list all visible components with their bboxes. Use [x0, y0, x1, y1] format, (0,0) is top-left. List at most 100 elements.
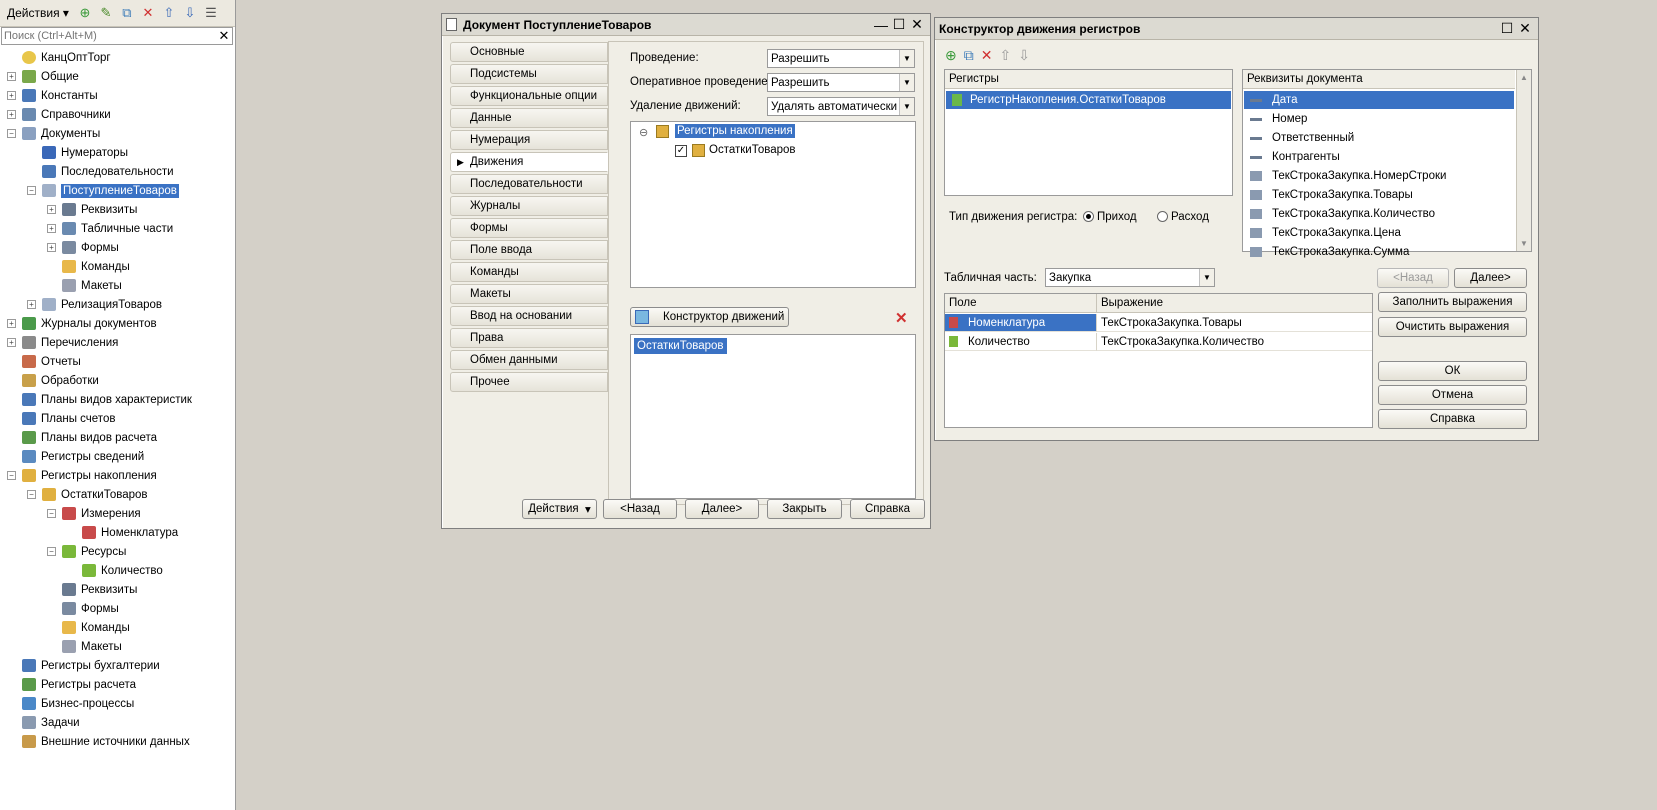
requisite-item[interactable]: ТекСтрокаЗакупка.Сумма [1244, 243, 1514, 261]
ok-button[interactable]: ОК [1378, 361, 1527, 381]
tree-item[interactable]: Обработки [22, 371, 99, 390]
tree-item[interactable]: − Регистры накопления [7, 466, 157, 485]
grid-field-cell[interactable]: Номенклатура [945, 314, 1097, 332]
tree-item[interactable]: Команды [62, 618, 130, 637]
requisite-item[interactable]: ТекСтрокаЗакупка.НомерСтроки [1244, 167, 1514, 185]
tree-item[interactable]: + Формы [47, 238, 119, 257]
requisite-item[interactable]: Дата [1244, 91, 1514, 109]
requisite-item[interactable]: ТекСтрокаЗакупка.Количество [1244, 205, 1514, 223]
tab-2[interactable]: Функциональные опции [450, 86, 608, 106]
help-button[interactable]: Справка [850, 499, 925, 519]
expense-radio-dot[interactable] [1157, 211, 1168, 223]
chevron-down-icon[interactable]: ▼ [899, 98, 914, 115]
grid-field-cell[interactable]: Количество [945, 333, 1097, 351]
edit-icon[interactable]: ✎ [98, 5, 114, 21]
tab-15[interactable]: Прочее [450, 372, 608, 392]
requisite-item[interactable]: ТекСтрокаЗакупка.Товары [1244, 186, 1514, 204]
income-radio[interactable]: Приход [1083, 211, 1137, 223]
delete-icon[interactable]: ✕ [981, 47, 993, 64]
tab-6[interactable]: Последовательности [450, 174, 608, 194]
wizard-back-button[interactable]: <Назад [1377, 268, 1449, 288]
tree-item[interactable]: Отчеты [22, 352, 81, 371]
expense-radio[interactable]: Расход [1157, 211, 1209, 223]
tree-item[interactable]: Команды [62, 257, 130, 276]
requisite-item[interactable]: Ответственный [1244, 129, 1514, 147]
movement-constructor-button[interactable]: Конструктор движений [630, 307, 789, 327]
move-down-icon[interactable]: ⇩ [1018, 47, 1030, 64]
tree-item[interactable]: Формы [62, 599, 119, 618]
tab-1[interactable]: Подсистемы [450, 64, 608, 84]
maximize-icon[interactable]: ☐ [1498, 20, 1516, 37]
actions-menu[interactable]: Действия ▾ [4, 5, 72, 21]
expand-icon[interactable]: + [7, 110, 16, 119]
tree-item[interactable]: + Константы [7, 86, 98, 105]
clear-expressions-button[interactable]: Очистить выражения [1378, 317, 1527, 337]
requisite-item[interactable]: Контрагенты [1244, 148, 1514, 166]
scroll-up-icon[interactable]: ▲ [1520, 73, 1528, 82]
tab-9[interactable]: Поле ввода [450, 240, 608, 260]
tree-item[interactable]: КанцОптТорг [22, 48, 111, 67]
tree-item[interactable]: Макеты [62, 276, 122, 295]
tab-8[interactable]: Формы [450, 218, 608, 238]
grid-expression-cell[interactable]: ТекСтрокаЗакупка.Количество [1097, 333, 1372, 351]
tree-item[interactable]: Регистры расчета [22, 675, 136, 694]
expand-icon[interactable]: + [7, 72, 16, 81]
collapse-icon[interactable]: − [7, 129, 16, 138]
tree-item[interactable]: Нумераторы [42, 143, 128, 162]
requisite-item[interactable]: ТекСтрокаЗакупка.Цена [1244, 224, 1514, 242]
tree-item[interactable]: Последовательности [42, 162, 174, 181]
tree-item[interactable]: Регистры бухгалтерии [22, 656, 160, 675]
actions-button[interactable]: Действия ▾ [522, 499, 597, 519]
chevron-down-icon[interactable]: ▼ [899, 74, 914, 91]
search-input[interactable] [2, 28, 216, 44]
deletion-select[interactable]: Удалять автоматически п ▼ [767, 97, 915, 116]
requisite-item[interactable]: Номер [1244, 110, 1514, 128]
collapse-icon[interactable]: ⊖ [639, 126, 648, 139]
tree-item[interactable]: Реквизиты [62, 580, 137, 599]
scrollbar[interactable]: ▲ ▼ [1516, 70, 1531, 251]
tree-item[interactable]: Планы видов характеристик [22, 390, 192, 409]
tab-13[interactable]: Права [450, 328, 608, 348]
cancel-button[interactable]: Отмена [1378, 385, 1527, 405]
tab-3[interactable]: Данные [450, 108, 608, 128]
expand-icon[interactable]: + [27, 300, 36, 309]
realtime-posting-select[interactable]: Разрешить ▼ [767, 73, 915, 92]
copy-icon[interactable]: ⧉ [964, 47, 974, 64]
sort-icon[interactable]: ☰ [203, 5, 219, 21]
collapse-icon[interactable]: − [27, 186, 36, 195]
tree-item[interactable]: Макеты [62, 637, 122, 656]
tab-4[interactable]: Нумерация [450, 130, 608, 150]
tree-item[interactable]: − ОстаткиТоваров [27, 485, 148, 504]
tree-item[interactable]: − ПоступлениеТоваров [27, 181, 179, 200]
close-button[interactable]: Закрыть [767, 499, 842, 519]
clear-search-icon[interactable]: ✕ [216, 28, 232, 44]
tree-item[interactable]: − Ресурсы [47, 542, 126, 561]
tree-item[interactable]: Задачи [22, 713, 80, 732]
expand-icon[interactable]: + [7, 91, 16, 100]
tab-10[interactable]: Команды [450, 262, 608, 282]
register-checkbox[interactable]: ✓ [675, 145, 687, 157]
tree-item[interactable]: − Измерения [47, 504, 141, 523]
add-icon[interactable]: ⊕ [77, 5, 93, 21]
tree-item[interactable]: + Табличные части [47, 219, 173, 238]
expand-icon[interactable]: + [7, 338, 16, 347]
collapse-icon[interactable]: − [47, 509, 56, 518]
registers-root-label[interactable]: Регистры накопления [675, 124, 795, 138]
posting-select[interactable]: Разрешить ▼ [767, 49, 915, 68]
expand-icon[interactable]: + [7, 319, 16, 328]
tree-item[interactable]: Регистры сведений [22, 447, 144, 466]
tab-5[interactable]: ▶ Движения [450, 152, 608, 172]
copy-icon[interactable]: ⧉ [119, 5, 135, 21]
tab-0[interactable]: Основные [450, 42, 608, 62]
wizard-help-button[interactable]: Справка [1378, 409, 1527, 429]
back-button[interactable]: <Назад [603, 499, 677, 519]
tree-item[interactable]: Номенклатура [82, 523, 178, 542]
expand-icon[interactable]: + [47, 243, 56, 252]
collapse-icon[interactable]: − [27, 490, 36, 499]
tree-item[interactable]: + Общие [7, 67, 79, 86]
chevron-down-icon[interactable]: ▼ [899, 50, 914, 67]
close-icon[interactable]: ✕ [1516, 20, 1534, 37]
delete-movements-icon[interactable]: ✕ [895, 309, 908, 327]
move-up-icon[interactable]: ⇧ [161, 5, 177, 21]
chevron-down-icon[interactable]: ▼ [1199, 269, 1214, 286]
